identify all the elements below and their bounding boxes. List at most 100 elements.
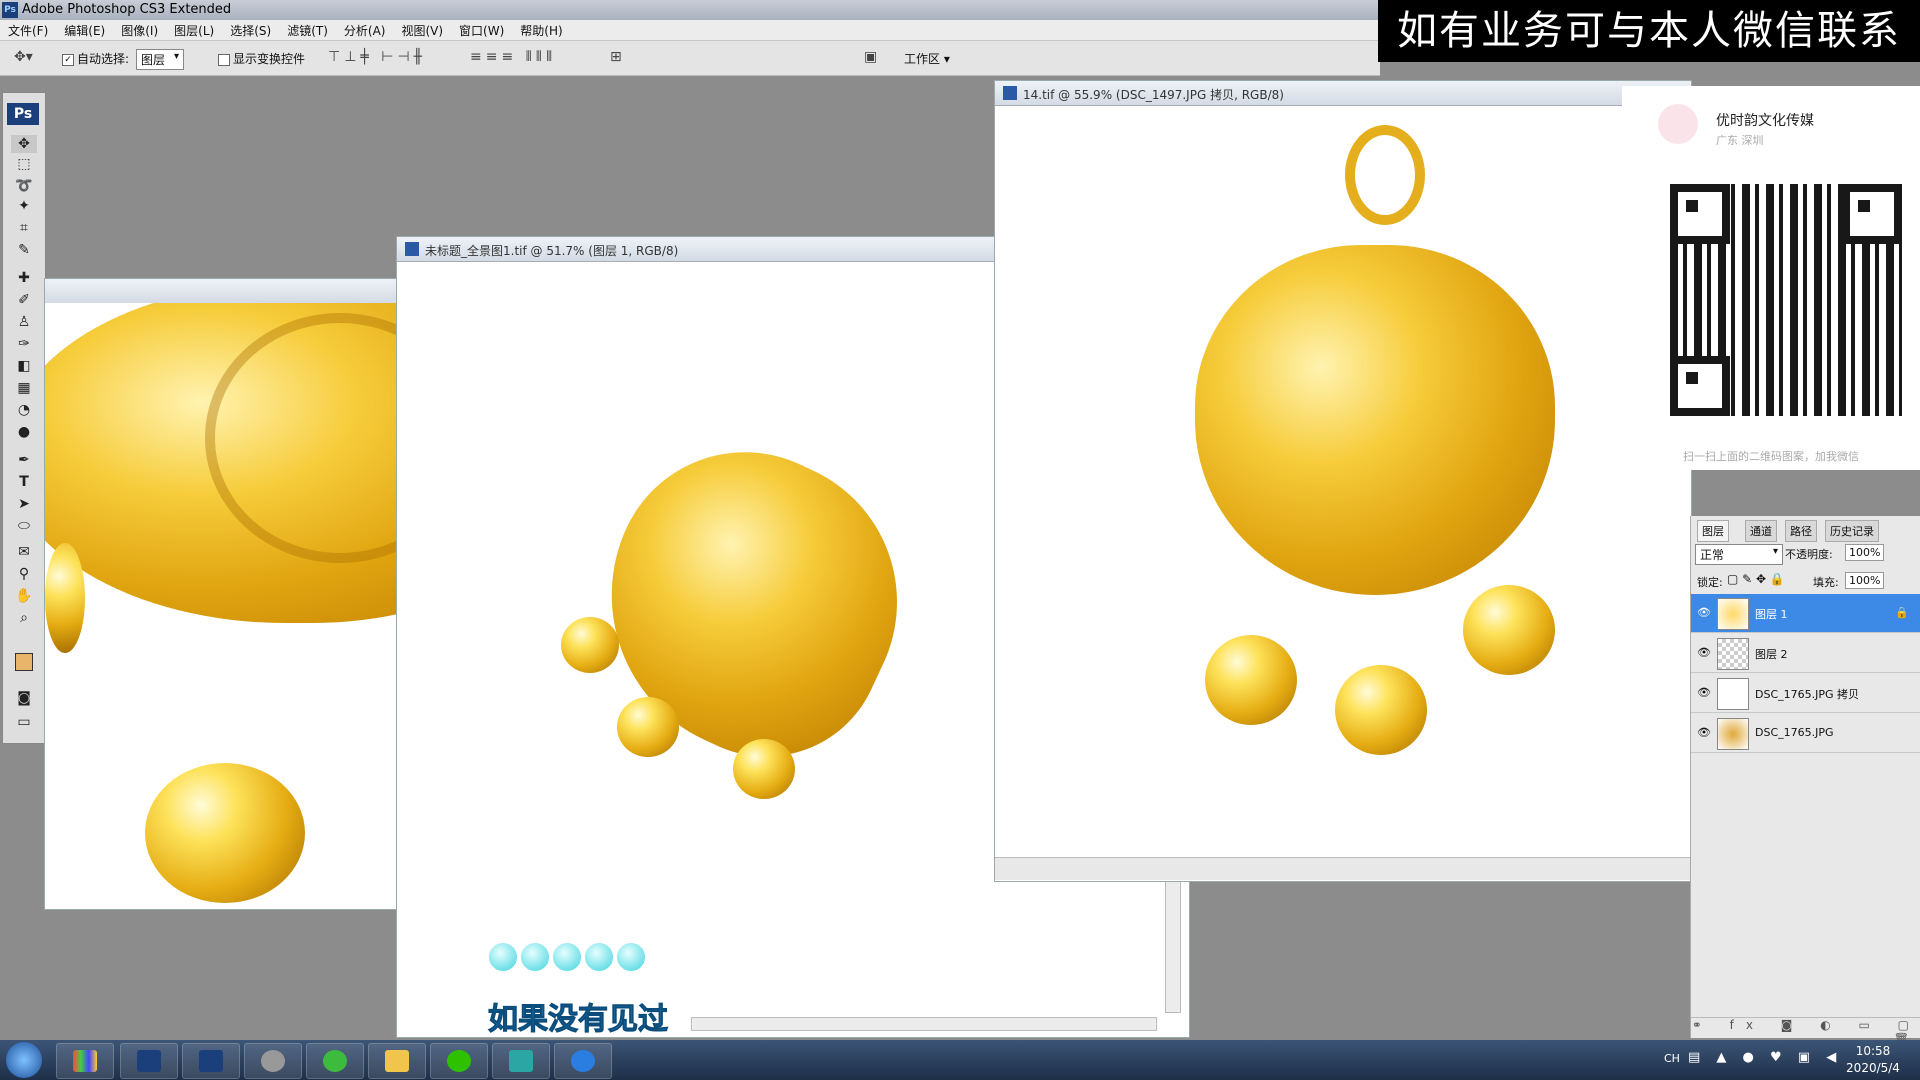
gold-bell-image	[45, 543, 85, 653]
lock-icons[interactable]: ▢ ✎ ✥ 🔒	[1727, 572, 1785, 586]
start-button[interactable]	[6, 1042, 42, 1078]
menu-file[interactable]: 文件(F)	[0, 20, 56, 40]
layer-row[interactable]: 👁 DSC_1765.JPG	[1691, 714, 1920, 753]
input-language[interactable]: CH	[1664, 1052, 1680, 1065]
menu-analysis[interactable]: 分析(A)	[336, 20, 394, 40]
layer-row[interactable]: 👁 图层 2	[1691, 634, 1920, 673]
layer-actions-bar[interactable]: ⚭ fx ◙ ◐ ▭ ▢ 🗑	[1691, 1017, 1920, 1046]
center-horizontal-scrollbar[interactable]	[691, 1017, 1157, 1031]
menu-edit[interactable]: 编辑(E)	[56, 20, 113, 40]
workspace-menu[interactable]: 工作区 ▾	[904, 50, 950, 67]
move-tool-icon[interactable]: ✥▾	[14, 49, 33, 65]
longevity-lock-image	[557, 409, 945, 799]
quick-mask-icon[interactable]: ◙	[11, 689, 37, 707]
shape-tool-icon[interactable]: ⬭	[11, 517, 37, 535]
blur-tool-icon[interactable]: ◔	[11, 401, 37, 419]
crop-tool-icon[interactable]: ⌗	[11, 219, 37, 237]
tray-icons[interactable]: ▤ ▲ ● ♥ ▣ ◀	[1688, 1050, 1842, 1065]
taskbar-explorer[interactable]	[368, 1043, 426, 1079]
layer-name: 图层 1	[1755, 608, 1788, 621]
type-tool-icon[interactable]: T	[11, 473, 37, 491]
fill-label: 填充:	[1813, 576, 1839, 589]
eye-icon[interactable]: 👁	[1697, 726, 1711, 739]
opacity-field[interactable]: 100%	[1845, 544, 1885, 561]
blend-mode-dropdown[interactable]: 正常	[1695, 544, 1783, 565]
eraser-tool-icon[interactable]: ◧	[11, 357, 37, 375]
taskbar-wechat[interactable]	[430, 1043, 488, 1079]
document-icon	[1003, 86, 1017, 100]
wechat-qr-card: 优时韵文化传媒 广东 深圳 扫一扫上面的二维码图案，加我微信	[1622, 86, 1920, 470]
magic-wand-icon[interactable]: ✦	[11, 197, 37, 215]
pen-tool-icon[interactable]: ✒	[11, 451, 37, 469]
photoshop-icon: Ps	[2, 2, 18, 18]
clone-stamp-icon[interactable]: ♙	[11, 313, 37, 331]
menu-select[interactable]: 选择(S)	[222, 20, 279, 40]
right-document-statusbar[interactable]	[995, 857, 1691, 880]
document-icon	[405, 242, 419, 256]
menu-view[interactable]: 视图(V)	[393, 20, 451, 40]
brush-tool-icon[interactable]: ✐	[11, 291, 37, 309]
tab-channels[interactable]: 通道	[1745, 520, 1777, 542]
gradient-tool-icon[interactable]: ▦	[11, 379, 37, 397]
eye-icon[interactable]: 👁	[1697, 606, 1711, 619]
layer-row[interactable]: 👁 图层 1 🔒	[1691, 594, 1920, 633]
right-document-titlebar[interactable]: 14.tif @ 55.9% (DSC_1497.JPG 拷贝, RGB/8)	[995, 81, 1691, 106]
show-transform-label: 显示变换控件	[233, 52, 306, 66]
taskbar-photoshop[interactable]	[120, 1043, 178, 1079]
layer-lock-icon: 🔒	[1895, 606, 1909, 619]
notes-tool-icon[interactable]: ✉	[11, 543, 37, 561]
indicator-dot	[584, 942, 614, 972]
layers-panel: 图层 通道 路径 历史记录 正常 不透明度: 100% 锁定: ▢ ✎ ✥ 🔒 …	[1690, 516, 1920, 1046]
clock-date[interactable]: 2020/5/4	[1838, 1061, 1908, 1075]
eyedropper-tool-icon[interactable]: ✎	[11, 241, 37, 259]
tab-history[interactable]: 历史记录	[1825, 520, 1879, 542]
layer-row[interactable]: 👁 DSC_1765.JPG 拷贝	[1691, 674, 1920, 713]
menu-layer[interactable]: 图层(L)	[166, 20, 222, 40]
brand-location: 广东 深圳	[1716, 134, 1764, 147]
move-tool-icon[interactable]: ✥	[11, 135, 37, 153]
taskbar-photoshop-active[interactable]	[182, 1043, 240, 1079]
workspace-icon[interactable]: ▣	[864, 49, 877, 65]
screen-mode-icon[interactable]: ▭	[11, 713, 37, 731]
taskbar-app[interactable]	[554, 1043, 612, 1079]
toolbox: Ps ✥ ⬚ ➰ ✦ ⌗ ✎ ✚ ✐ ♙ ✑ ◧ ▦ ◔ ● ✒ T ➤ ⬭ ✉…	[2, 92, 46, 744]
show-transform-option[interactable]: 显示变换控件	[218, 50, 305, 67]
path-select-icon[interactable]: ➤	[11, 495, 37, 513]
foreground-color-swatch[interactable]	[15, 653, 33, 671]
distribute-buttons-icon[interactable]: ≡≡≡ ⦀⦀⦀	[470, 49, 556, 65]
align-buttons-icon[interactable]: ⊤⊥╪ ⊢⊣╫	[328, 49, 426, 65]
auto-select-option[interactable]: ✓ 自动选择:	[62, 50, 129, 67]
layer-name: DSC_1765.JPG	[1755, 726, 1834, 739]
clock-time[interactable]: 10:58	[1838, 1044, 1908, 1058]
layer-thumbnail	[1717, 718, 1749, 750]
auto-select-checkbox[interactable]: ✓	[62, 53, 74, 66]
menu-window[interactable]: 窗口(W)	[451, 20, 512, 40]
taskbar-app[interactable]	[492, 1043, 550, 1079]
auto-align-icon[interactable]: ⊞	[610, 49, 622, 65]
history-brush-icon[interactable]: ✑	[11, 335, 37, 353]
eye-icon[interactable]: 👁	[1697, 686, 1711, 699]
menu-filter[interactable]: 滤镜(T)	[279, 20, 336, 40]
taskbar-app[interactable]	[244, 1043, 302, 1079]
layer-name: DSC_1765.JPG 拷贝	[1755, 688, 1860, 701]
eyedropper-sample-icon[interactable]: ⚲	[11, 565, 37, 583]
eye-icon[interactable]: 👁	[1697, 646, 1711, 659]
menu-image[interactable]: 图像(I)	[113, 20, 166, 40]
layer-thumbnail	[1717, 678, 1749, 710]
zoom-tool-icon[interactable]: ⌕	[11, 609, 37, 627]
healing-brush-icon[interactable]: ✚	[11, 269, 37, 287]
show-transform-checkbox[interactable]	[218, 53, 230, 66]
taskbar-app[interactable]	[56, 1043, 114, 1079]
menu-help[interactable]: 帮助(H)	[512, 20, 570, 40]
hand-tool-icon[interactable]: ✋	[11, 587, 37, 605]
marquee-tool-icon[interactable]: ⬚	[11, 155, 37, 173]
auto-select-dropdown[interactable]: 图层	[136, 49, 185, 70]
dodge-tool-icon[interactable]: ●	[11, 423, 37, 441]
right-document-window[interactable]: 14.tif @ 55.9% (DSC_1497.JPG 拷贝, RGB/8)	[994, 80, 1692, 882]
auto-select-label: 自动选择:	[77, 52, 130, 66]
tab-layers[interactable]: 图层	[1697, 520, 1729, 542]
taskbar-app[interactable]	[306, 1043, 364, 1079]
fill-field[interactable]: 100%	[1845, 572, 1885, 589]
tab-paths[interactable]: 路径	[1785, 520, 1817, 542]
lasso-tool-icon[interactable]: ➰	[11, 177, 37, 195]
